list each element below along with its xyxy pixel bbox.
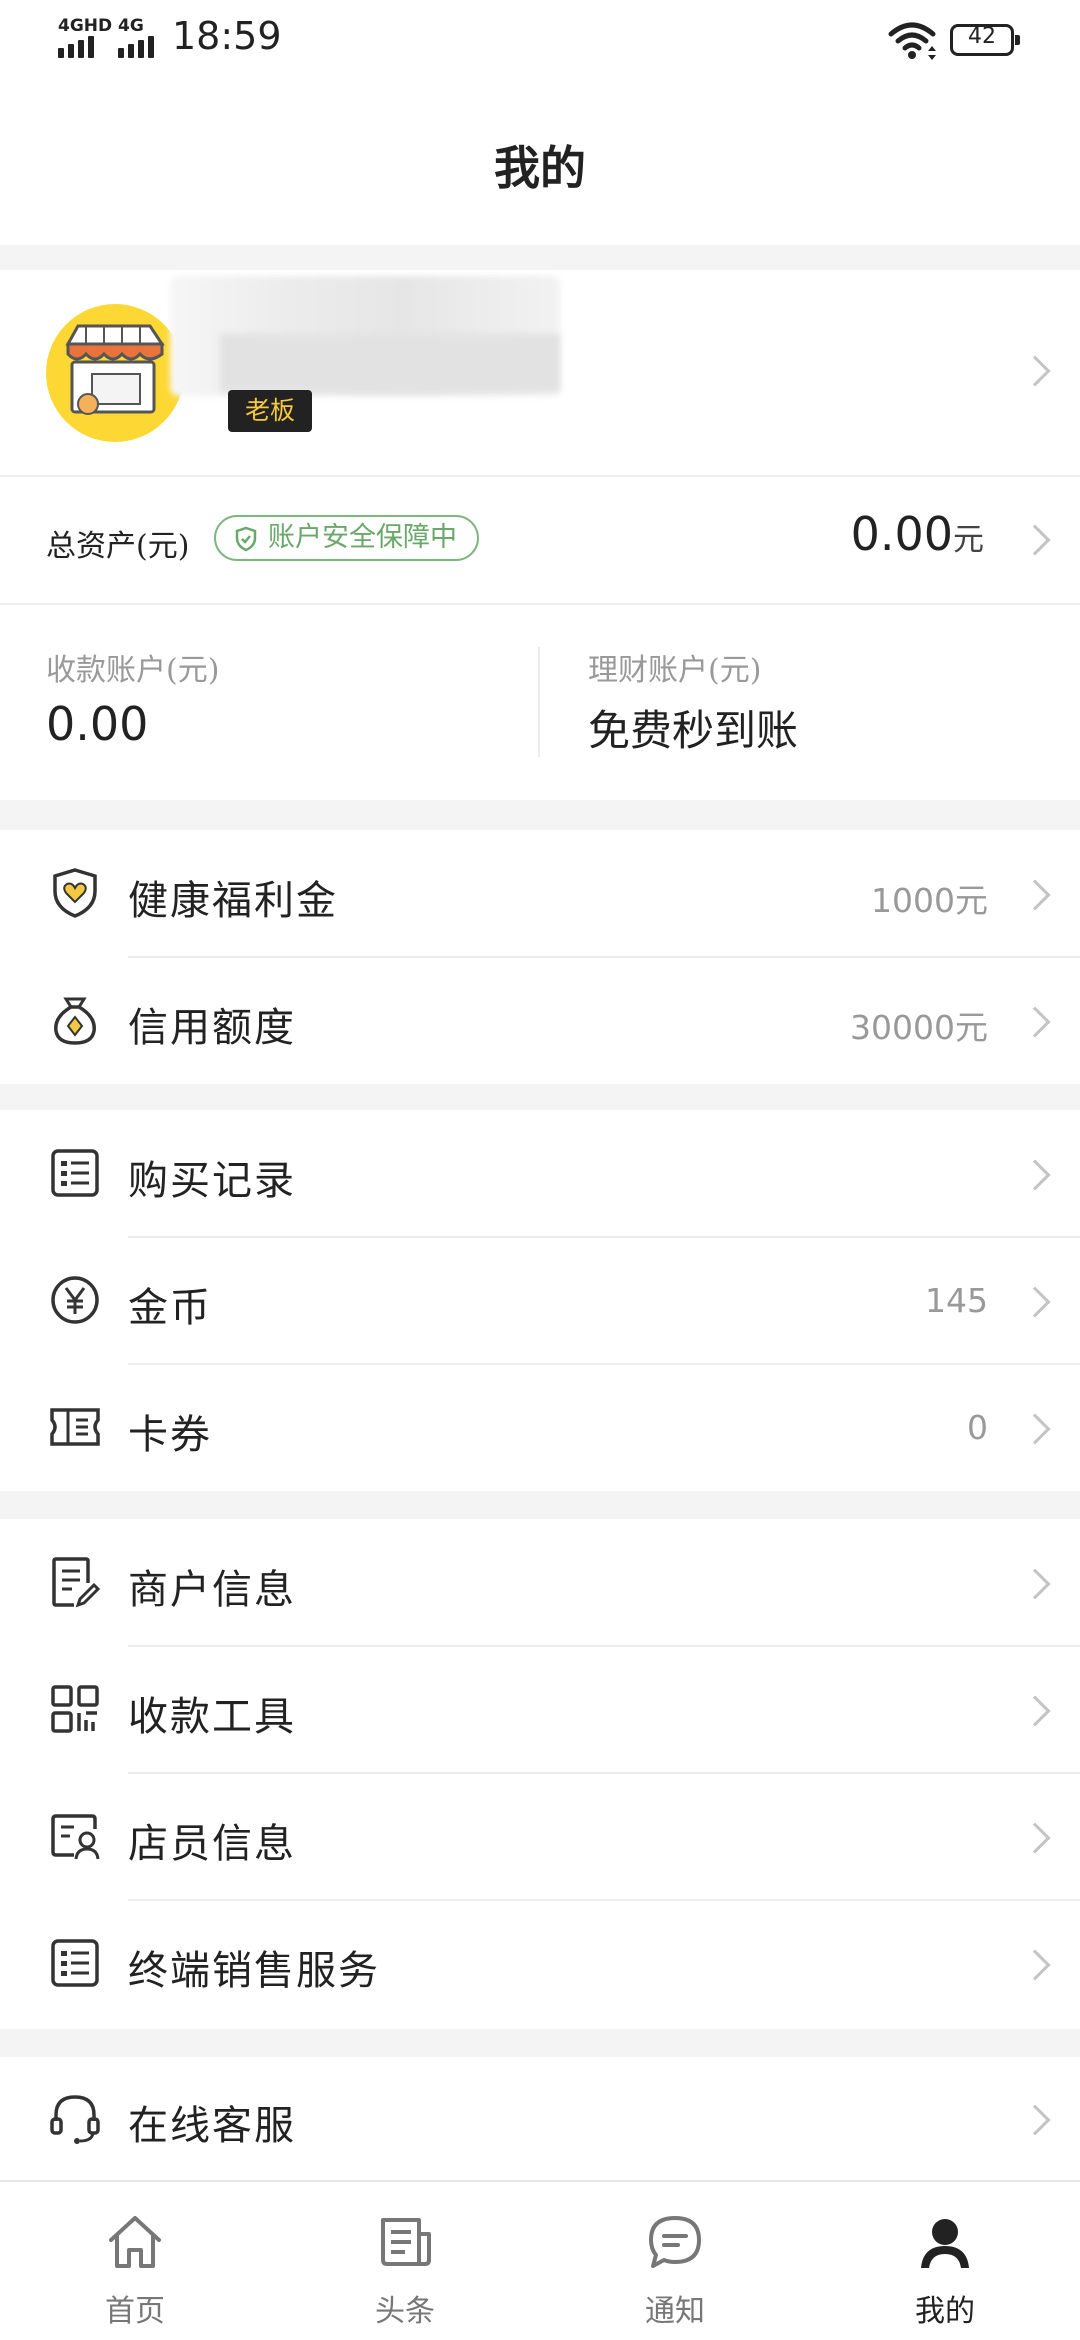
menu-item-online-support[interactable]: 在线客服 (0, 2057, 1080, 2180)
menu-item-value: 145 (925, 1281, 988, 1320)
signal-icon: 4GHD (58, 16, 112, 58)
yen-coin-icon (51, 1276, 99, 1324)
total-assets-row[interactable]: 总资产(元) 账户安全保障中 0.00元 (0, 477, 1080, 603)
chevron-right-icon (1019, 524, 1051, 556)
list-icon (51, 1149, 99, 1197)
signal-icon: 4G (118, 16, 164, 58)
security-badge: 账户安全保障中 (214, 515, 479, 561)
menu-item-health-welfare[interactable]: 健康福利金 1000元 (0, 830, 1080, 957)
menu-group-merchant: 商户信息 收款工具 店员信息 终端销售服务 (0, 1519, 1080, 2029)
tab-label: 通知 (645, 2294, 705, 2329)
menu-item-label: 在线客服 (128, 2103, 296, 2149)
chevron-right-icon (1019, 355, 1051, 387)
menu-item-value: 30000元 (850, 1008, 988, 1047)
bottom-nav: 首页 头条 通知 我的 (0, 2180, 1080, 2340)
security-badge-label: 账户安全保障中 (268, 522, 457, 553)
menu-item-value: 0 (967, 1408, 988, 1447)
list-icon (51, 1939, 99, 1987)
battery-icon: 42 (950, 24, 1020, 56)
receiving-account-label: 收款账户(元) (46, 653, 220, 688)
shop-icon (65, 324, 165, 415)
menu-group-benefits: 健康福利金 1000元 信用额度 30000元 (0, 830, 1080, 1084)
chevron-right-icon (1019, 1695, 1051, 1727)
chevron-right-icon (1019, 879, 1051, 911)
tab-home[interactable]: 首页 (55, 2182, 215, 2340)
menu-item-label: 终端销售服务 (128, 1948, 380, 1994)
menu-item-coupons[interactable]: 卡券 0 (0, 1364, 1080, 1491)
menu-item-label: 商户信息 (128, 1567, 296, 1613)
role-badge: 老板 (228, 390, 312, 432)
tab-label: 头条 (375, 2294, 435, 2329)
finance-account-label: 理财账户(元) (588, 653, 762, 688)
news-icon (381, 2218, 431, 2266)
tab-mine[interactable]: 我的 (865, 2182, 1025, 2340)
profile-card[interactable]: 老板 (0, 270, 1080, 475)
chevron-right-icon (1019, 1949, 1051, 1981)
chevron-right-icon (1019, 2104, 1051, 2136)
chevron-right-icon (1019, 1006, 1051, 1038)
total-assets-unit: 元 (953, 522, 984, 558)
menu-item-label: 金币 (128, 1285, 212, 1331)
shield-check-icon (235, 526, 257, 552)
staff-card-icon (51, 1814, 100, 1860)
menu-item-terminal-sales[interactable]: 终端销售服务 (0, 1900, 1080, 2027)
receiving-account-value: 0.00 (46, 697, 149, 751)
finance-account[interactable]: 理财账户(元) 免费秒到账 (540, 605, 1080, 800)
ticket-icon (50, 1408, 100, 1446)
wifi-icon (888, 22, 936, 60)
chevron-right-icon (1019, 1286, 1051, 1318)
battery-level: 42 (968, 24, 996, 49)
menu-item-payment-tools[interactable]: 收款工具 (0, 1646, 1080, 1773)
accounts-card: 收款账户(元) 0.00 理财账户(元) 免费秒到账 (0, 605, 1080, 800)
menu-item-label: 信用额度 (128, 1005, 296, 1051)
tab-headlines[interactable]: 头条 (325, 2182, 485, 2340)
chat-icon (649, 2216, 701, 2268)
status-time: 18:59 (172, 14, 282, 58)
document-edit-icon (52, 1557, 101, 1608)
menu-item-value: 1000元 (871, 881, 988, 920)
menu-item-staff-info[interactable]: 店员信息 (0, 1773, 1080, 1900)
total-assets-value: 0.00元 (851, 507, 984, 561)
person-icon (921, 2219, 969, 2268)
menu-item-label: 收款工具 (128, 1694, 296, 1740)
tab-label: 我的 (915, 2294, 975, 2329)
headset-icon (50, 2095, 100, 2144)
menu-item-merchant-info[interactable]: 商户信息 (0, 1519, 1080, 1646)
home-icon (109, 2216, 161, 2268)
chevron-right-icon (1019, 1822, 1051, 1854)
menu-item-label: 店员信息 (128, 1821, 296, 1867)
avatar[interactable] (46, 304, 184, 442)
tab-notifications[interactable]: 通知 (595, 2182, 755, 2340)
phone-blurred (220, 334, 560, 392)
page-title: 我的 (494, 141, 586, 195)
status-bar: 4GHD 4G 18:59 42 (0, 0, 1080, 80)
chevron-right-icon (1019, 1413, 1051, 1445)
receiving-account[interactable]: 收款账户(元) 0.00 (0, 605, 540, 800)
network-type: 4G (118, 16, 144, 36)
menu-group-records: 购买记录 金币 145 卡券 0 (0, 1110, 1080, 1491)
qr-code-icon (51, 1685, 99, 1733)
menu-item-label: 健康福利金 (128, 878, 338, 924)
network-type: 4GHD (58, 16, 113, 36)
header: 我的 (0, 80, 1080, 245)
menu-item-gold-coins[interactable]: 金币 145 (0, 1237, 1080, 1364)
money-bag-icon (54, 997, 96, 1045)
total-assets-label: 总资产(元) (46, 529, 190, 564)
menu-group-support: 在线客服 (0, 2057, 1080, 2180)
page: 4GHD 4G 18:59 42 我的 老板 总资产(元) 账户安全保障中 0.… (0, 0, 1080, 2340)
chevron-right-icon (1019, 1159, 1051, 1191)
total-assets-amount: 0.00 (850, 507, 953, 561)
chevron-right-icon (1019, 1568, 1051, 1600)
finance-account-value: 免费秒到账 (588, 706, 799, 755)
menu-item-purchase-records[interactable]: 购买记录 (0, 1110, 1080, 1237)
menu-item-label: 卡券 (128, 1412, 212, 1458)
shield-heart-icon (53, 868, 97, 918)
menu-item-credit-limit[interactable]: 信用额度 30000元 (0, 957, 1080, 1084)
tab-label: 首页 (105, 2294, 165, 2329)
menu-item-label: 购买记录 (128, 1158, 296, 1204)
